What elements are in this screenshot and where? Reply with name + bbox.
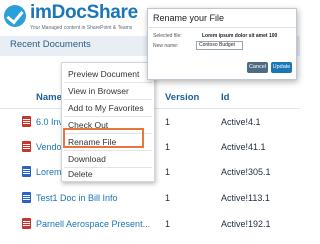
selected-file-label: Selected file:	[153, 33, 182, 39]
dialog-divider	[147, 27, 296, 28]
table-row[interactable]: Test1 Doc in Bill Info 1 Active!113.1	[0, 188, 300, 210]
file-name-link[interactable]: Test1 Doc in Bill Info	[36, 193, 118, 203]
id-cell: Active!113.1	[221, 193, 270, 203]
menu-item-label: Delete	[68, 169, 93, 179]
new-name-label: New name:	[153, 43, 179, 49]
menu-item-delete[interactable]: Delete	[62, 166, 154, 182]
menu-item-label: Add to My Favorites	[68, 103, 144, 113]
pdf-file-icon	[22, 116, 31, 127]
pdf-file-icon	[22, 141, 31, 152]
dialog-title: Rename your File	[153, 13, 225, 23]
selected-file-value: Lorem ipsum dolor sit amet 100	[202, 33, 278, 39]
column-header-name[interactable]: Name	[36, 92, 62, 103]
word-file-icon	[22, 192, 31, 203]
word-file-icon	[22, 166, 31, 177]
rename-highlight-box	[63, 128, 144, 148]
pdf-file-icon	[22, 218, 31, 229]
table-row[interactable]: Parnell Aerospace Present... 1 Active!19…	[0, 214, 300, 236]
new-name-input[interactable]: Contoso Budget	[196, 41, 243, 50]
section-title: Recent Documents	[10, 39, 91, 50]
menu-item-add-to-favorites[interactable]: Add to My Favorites	[62, 100, 154, 116]
id-cell: Active!41.1	[221, 142, 266, 152]
menu-item-download[interactable]: Download	[62, 151, 154, 167]
id-cell: Active!4.1	[221, 117, 261, 127]
version-cell: 1	[165, 167, 171, 177]
version-cell: 1	[165, 117, 171, 127]
update-button[interactable]: Update	[271, 62, 292, 73]
file-name-link[interactable]: Parnell Aerospace Present...	[36, 219, 150, 229]
context-menu: Preview Document View in Browser Add to …	[61, 62, 155, 182]
menu-item-view-in-browser[interactable]: View in Browser	[62, 83, 154, 99]
column-header-id[interactable]: Id	[221, 92, 229, 103]
id-cell: Active!305.1	[221, 167, 271, 177]
cancel-button[interactable]: Cancel	[247, 62, 268, 73]
version-cell: 1	[165, 142, 171, 152]
menu-item-label: Preview Document	[68, 69, 140, 79]
logo-tagline: Your Managed content in SharePoint & Tea…	[30, 25, 133, 31]
menu-item-label: Download	[68, 154, 106, 164]
logo-text: imDocShare	[30, 2, 138, 23]
logo-icon	[4, 5, 26, 27]
column-header-version[interactable]: Version	[165, 92, 199, 103]
menu-item-label: View in Browser	[68, 86, 129, 96]
menu-item-preview-document[interactable]: Preview Document	[62, 66, 154, 82]
id-cell: Active!192.1	[221, 219, 271, 229]
version-cell: 1	[165, 219, 171, 229]
version-cell: 1	[165, 193, 171, 203]
app-window: imDocShare Your Managed content in Share…	[0, 0, 300, 244]
